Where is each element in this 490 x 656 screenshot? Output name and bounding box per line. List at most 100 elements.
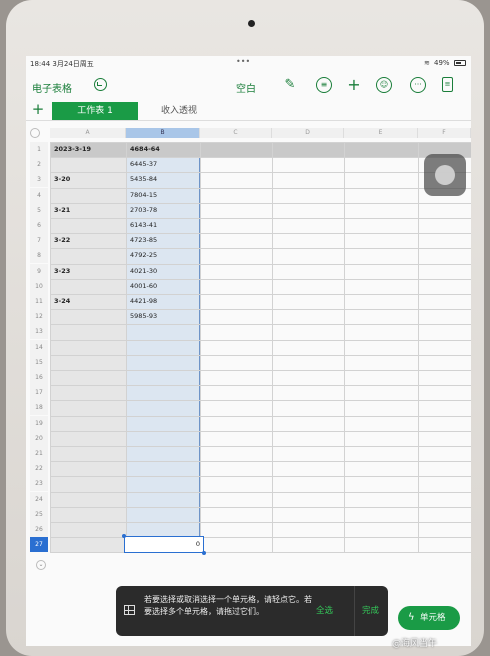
column-header-c[interactable]: C (200, 128, 272, 138)
collaborate-icon[interactable]: ☺ (376, 77, 392, 93)
document-icon[interactable]: ≡ (442, 77, 453, 92)
row-header-23[interactable]: 23 (30, 476, 48, 492)
column-header-b[interactable]: B (126, 128, 200, 138)
add-sheet-button[interactable]: + (31, 100, 45, 120)
cell-b1[interactable]: 4684-64 (130, 142, 160, 157)
row-header-20[interactable]: 20 (30, 430, 48, 446)
battery-percent: 49% (434, 59, 450, 67)
format-brush-icon[interactable]: ✎ (282, 77, 298, 93)
row-header-18[interactable]: 18 (30, 400, 48, 416)
cell-b12[interactable]: 5985-93 (130, 309, 157, 324)
add-row-button[interactable]: ⌄ (36, 560, 46, 570)
spreadsheets-back-button[interactable]: 电子表格 (32, 80, 72, 95)
row-header-6[interactable]: 6 (30, 218, 48, 233)
row-header-17[interactable]: 17 (30, 385, 48, 401)
column-header-d[interactable]: D (272, 128, 344, 138)
battery-icon (454, 60, 466, 66)
row-header-4[interactable]: 4 (30, 187, 48, 203)
row-gridline (50, 370, 471, 371)
cell-b5[interactable]: 2703-78 (130, 203, 157, 218)
cell-b10[interactable]: 4001-60 (130, 279, 157, 294)
cell-b2[interactable]: 6445-37 (130, 157, 157, 172)
row-header-22[interactable]: 22 (30, 461, 48, 477)
column-header-f[interactable]: F (418, 128, 471, 138)
row-gridline (50, 476, 471, 478)
row-header-12[interactable]: 12 (30, 309, 48, 325)
row-gridline (50, 415, 471, 417)
table-icon (124, 605, 135, 615)
tab-sheet-1[interactable]: 工作表 1 (52, 102, 138, 120)
row-header-11[interactable]: 11 (30, 294, 48, 309)
toolbar: 电子表格 空白 ✎ ≡ + ☺ ··· ≡ (26, 72, 471, 100)
cell-b3[interactable]: 5435-84 (130, 172, 157, 187)
row-header-9[interactable]: 9 (30, 263, 48, 279)
column-gridline (50, 142, 51, 553)
row-gridline (50, 233, 471, 235)
cell-a7[interactable]: 3-22 (54, 233, 70, 248)
row-header-2[interactable]: 2 (30, 157, 48, 173)
row-header-14[interactable]: 14 (30, 339, 48, 355)
row-gridline (50, 157, 471, 159)
row-header-15[interactable]: 15 (30, 354, 48, 370)
row-gridline (50, 552, 471, 554)
row-gridline (50, 142, 471, 143)
comment-icon[interactable]: ≡ (316, 77, 332, 93)
cell-b8[interactable]: 4792-25 (130, 248, 157, 263)
row-gridline (50, 172, 471, 174)
row-header-19[interactable]: 19 (30, 415, 48, 431)
done-button[interactable]: 完成 (362, 604, 379, 616)
sheet-tab-bar: + 工作表 1 收入透视 (26, 100, 471, 121)
select-all-corner[interactable] (30, 128, 40, 138)
row-gridline (50, 263, 471, 265)
cell-a3[interactable]: 3-20 (54, 172, 70, 187)
row-gridline (50, 218, 471, 219)
undo-icon[interactable] (94, 78, 107, 91)
cell-b6[interactable]: 6143-41 (130, 218, 157, 233)
column-gridline (418, 142, 419, 553)
multitask-dots[interactable]: ••• (236, 57, 250, 66)
camera-dot (248, 20, 255, 27)
row-gridline (50, 324, 471, 326)
watermark: @海风当午 (392, 639, 438, 649)
row-header-13[interactable]: 13 (30, 324, 48, 340)
row-header-26[interactable]: 26 (30, 522, 48, 537)
assistive-touch-button[interactable] (424, 154, 466, 196)
row-header-8[interactable]: 8 (30, 248, 48, 264)
cell-b7[interactable]: 4723-85 (130, 233, 157, 248)
column-header-a[interactable]: A (50, 128, 126, 138)
selection-hint-bar: 若要选择或取消选择一个单元格，请轻点它。若要选择多个单元格，请拖过它们。 全选 … (116, 586, 388, 636)
row-gridline (50, 385, 471, 387)
view-mode-button[interactable]: 空白 (236, 80, 256, 95)
cell-a5[interactable]: 3-21 (54, 203, 70, 218)
cell-b9[interactable]: 4021-30 (130, 264, 157, 279)
column-gridline (272, 142, 273, 553)
row-header-5[interactable]: 5 (30, 202, 48, 218)
add-icon[interactable]: + (346, 77, 362, 93)
select-all-button[interactable]: 全选 (316, 604, 333, 616)
spreadsheet-grid[interactable]: A B C D E F 1 2 3 4 5 6 7 8 9 10 11 12 13 14 15 16 17 18 19 20 21 2… (26, 126, 471, 556)
cell-a1[interactable]: 2023-3-19 (54, 142, 91, 157)
battery-level (456, 62, 461, 64)
cell-b4[interactable]: 7804-15 (130, 188, 157, 203)
status-time-text: 18:44 (30, 60, 51, 68)
row-header-24[interactable]: 24 (30, 491, 48, 507)
more-icon[interactable]: ··· (410, 77, 426, 93)
cell-b11[interactable]: 4421-98 (130, 294, 157, 309)
tab-income-pivot[interactable]: 收入透视 (146, 102, 212, 120)
row-header-25[interactable]: 25 (30, 506, 48, 522)
row-header-3[interactable]: 3 (30, 172, 48, 188)
row-gridline (50, 354, 471, 356)
column-header-e[interactable]: E (344, 128, 418, 138)
row-header-7[interactable]: 7 (30, 233, 48, 249)
row-header-10[interactable]: 10 (30, 278, 48, 294)
row-header-21[interactable]: 21 (30, 446, 48, 461)
cell-a9[interactable]: 3-23 (54, 264, 70, 279)
row-gridline (50, 248, 471, 250)
row-header-1[interactable]: 1 (30, 142, 48, 157)
row-header-27[interactable]: 27 (30, 537, 48, 553)
row-header-16[interactable]: 16 (30, 370, 48, 385)
status-bar: 18:44 3月24日周五 ••• ≋ 49% (26, 56, 471, 70)
selection-handle-end[interactable] (202, 551, 206, 556)
cell-format-button[interactable]: ϟ 单元格 (398, 606, 460, 630)
cell-a11[interactable]: 3-24 (54, 294, 70, 309)
